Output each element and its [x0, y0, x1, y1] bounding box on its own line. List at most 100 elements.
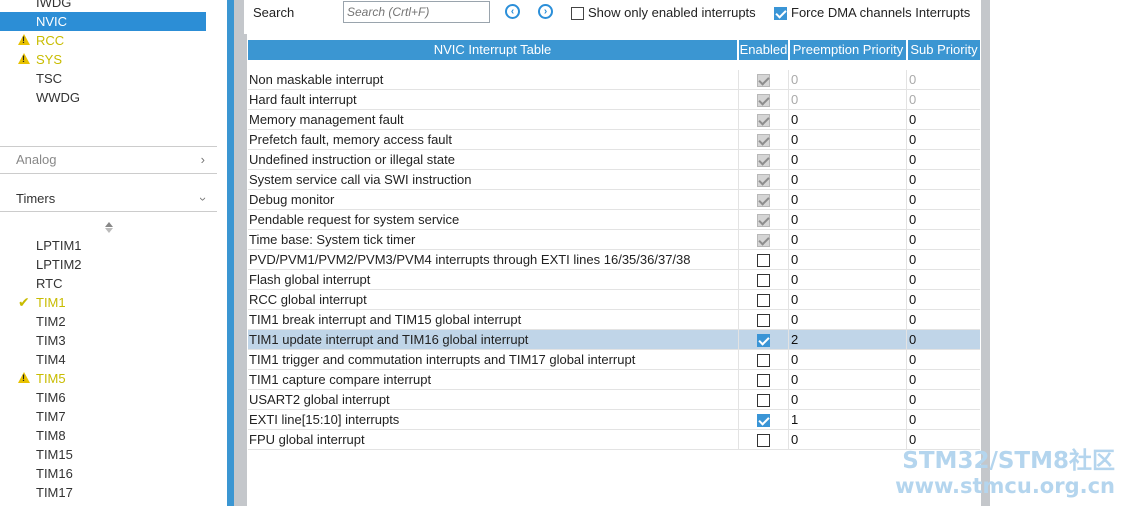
sidebar-item-tim17[interactable]: TIM17 [0, 483, 206, 502]
sub-priority-cell[interactable]: 0 [906, 350, 980, 370]
table-row[interactable]: TIM1 break interrupt and TIM15 global in… [248, 310, 980, 330]
preemption-priority-cell[interactable]: 0 [788, 190, 906, 210]
sub-priority-cell[interactable]: 0 [906, 190, 980, 210]
table-row[interactable]: System service call via SWI instruction 0… [248, 170, 980, 190]
sub-priority-cell[interactable]: 0 [906, 390, 980, 410]
scrollbar-sidebar[interactable] [227, 0, 234, 506]
sub-priority-cell[interactable]: 0 [906, 110, 980, 130]
table-row[interactable]: Debug monitor 0 0 [248, 190, 980, 210]
table-row[interactable]: PVD/PVM1/PVM2/PVM3/PVM4 interrupts throu… [248, 250, 980, 270]
sidebar-item-tim7[interactable]: TIM7 [0, 407, 206, 426]
sub-priority-cell[interactable]: 0 [906, 230, 980, 250]
preemption-priority-cell[interactable]: 2 [788, 330, 906, 350]
preemption-priority-cell[interactable]: 0 [788, 430, 906, 450]
enabled-checkbox[interactable] [757, 314, 770, 327]
category-analog[interactable]: Analog › [0, 147, 217, 173]
sub-priority-cell[interactable]: 0 [906, 370, 980, 390]
preemption-priority-cell[interactable]: 0 [788, 230, 906, 250]
enabled-checkbox[interactable] [757, 294, 770, 307]
enabled-checkbox[interactable] [757, 374, 770, 387]
preemption-priority-cell[interactable]: 0 [788, 130, 906, 150]
preemption-priority-cell[interactable]: 0 [788, 350, 906, 370]
sidebar-item-lptim1[interactable]: LPTIM1 [0, 236, 206, 255]
sub-priority-cell[interactable]: 0 [906, 250, 980, 270]
sidebar-item-rcc[interactable]: RCC [0, 31, 206, 50]
preemption-priority-cell[interactable]: 0 [788, 250, 906, 270]
preemption-priority-cell[interactable]: 0 [788, 370, 906, 390]
search-input[interactable] [343, 1, 490, 23]
sub-priority-cell[interactable]: 0 [906, 170, 980, 190]
sidebar-item-nvic[interactable]: NVIC [0, 12, 206, 31]
preemption-priority-cell[interactable]: 0 [788, 210, 906, 230]
sidebar-item-tim16[interactable]: TIM16 [0, 464, 206, 483]
table-row[interactable]: FPU global interrupt 0 0 [248, 430, 980, 450]
preemption-priority-cell[interactable]: 0 [788, 150, 906, 170]
table-row[interactable]: RCC global interrupt 0 0 [248, 290, 980, 310]
enabled-checkbox[interactable] [757, 414, 770, 427]
table-row[interactable]: TIM1 trigger and commutation interrupts … [248, 350, 980, 370]
column-header-enabled[interactable]: Enabled [739, 40, 788, 60]
watermark-line1: STM32/STM8社区 [902, 448, 1115, 474]
sidebar-item-tim1[interactable]: ✔ TIM1 [0, 293, 206, 312]
sidebar-item-tsc[interactable]: TSC [0, 69, 206, 88]
table-row[interactable]: EXTI line[15:10] interrupts 1 0 [248, 410, 980, 430]
enabled-checkbox[interactable] [757, 354, 770, 367]
preemption-priority-cell[interactable]: 0 [788, 290, 906, 310]
column-header-sub-priority[interactable]: Sub Priority [908, 40, 980, 60]
table-row[interactable]: Undefined instruction or illegal state 0 0 [248, 150, 980, 170]
sub-priority-cell[interactable]: 0 [906, 150, 980, 170]
table-row[interactable]: TIM1 capture compare interrupt 0 0 [248, 370, 980, 390]
previous-icon[interactable]: ‹ [505, 4, 520, 19]
preemption-priority-cell[interactable]: 0 [788, 390, 906, 410]
preemption-priority-cell[interactable]: 0 [788, 170, 906, 190]
sidebar-item-lptim2[interactable]: LPTIM2 [0, 255, 206, 274]
table-row[interactable]: TIM1 update interrupt and TIM16 global i… [248, 330, 980, 350]
enabled-checkbox[interactable] [757, 274, 770, 287]
enabled-checkbox[interactable] [757, 334, 770, 347]
show-enabled-checkbox[interactable] [571, 7, 584, 20]
table-row[interactable]: Hard fault interrupt 0 0 [248, 90, 980, 110]
sidebar-item-sys[interactable]: SYS [0, 50, 206, 69]
sidebar-item-tim8[interactable]: TIM8 [0, 426, 206, 445]
table-row[interactable]: Memory management fault 0 0 [248, 110, 980, 130]
sidebar-item-tim5[interactable]: TIM5 [0, 369, 206, 388]
next-icon[interactable]: › [538, 4, 553, 19]
table-row[interactable]: Flash global interrupt 0 0 [248, 270, 980, 290]
enabled-checkbox [757, 214, 770, 227]
preemption-priority-cell[interactable]: 1 [788, 410, 906, 430]
column-header-name[interactable]: NVIC Interrupt Table [248, 40, 737, 60]
enabled-checkbox[interactable] [757, 434, 770, 447]
sub-priority-cell[interactable]: 0 [906, 410, 980, 430]
sub-priority-cell[interactable]: 0 [906, 130, 980, 150]
sort-icon[interactable] [105, 222, 113, 233]
table-row[interactable]: Pendable request for system service 0 0 [248, 210, 980, 230]
table-row[interactable]: USART2 global interrupt 0 0 [248, 390, 980, 410]
sidebar-item-tim6[interactable]: TIM6 [0, 388, 206, 407]
sub-priority-cell[interactable]: 0 [906, 310, 980, 330]
splitter[interactable] [234, 0, 244, 506]
sidebar-item-wwdg[interactable]: WWDG [0, 88, 206, 107]
sidebar-item-tim3[interactable]: TIM3 [0, 331, 206, 350]
sidebar-item-tim2[interactable]: TIM2 [0, 312, 206, 331]
table-row[interactable]: Prefetch fault, memory access fault 0 0 [248, 130, 980, 150]
force-dma-checkbox[interactable] [774, 7, 787, 20]
preemption-priority-cell[interactable]: 0 [788, 270, 906, 290]
sidebar-item-tim15[interactable]: TIM15 [0, 445, 206, 464]
sub-priority-cell[interactable]: 0 [906, 270, 980, 290]
table-row[interactable]: Non maskable interrupt 0 0 [248, 70, 980, 90]
sidebar-item-tim4[interactable]: TIM4 [0, 350, 206, 369]
scrollbar-table[interactable] [981, 0, 990, 506]
category-timers[interactable]: Timers › [0, 186, 217, 212]
sub-priority-cell[interactable]: 0 [906, 210, 980, 230]
enabled-checkbox[interactable] [757, 254, 770, 267]
sub-priority-cell[interactable]: 0 [906, 430, 980, 450]
enabled-checkbox[interactable] [757, 394, 770, 407]
sidebar-item-iwdg[interactable]: IWDG [0, 0, 206, 12]
preemption-priority-cell[interactable]: 0 [788, 110, 906, 130]
sub-priority-cell[interactable]: 0 [906, 290, 980, 310]
column-header-preemption[interactable]: Preemption Priority [790, 40, 906, 60]
table-row[interactable]: Time base: System tick timer 0 0 [248, 230, 980, 250]
preemption-priority-cell[interactable]: 0 [788, 310, 906, 330]
sidebar-item-rtc[interactable]: RTC [0, 274, 206, 293]
sub-priority-cell[interactable]: 0 [906, 330, 980, 350]
